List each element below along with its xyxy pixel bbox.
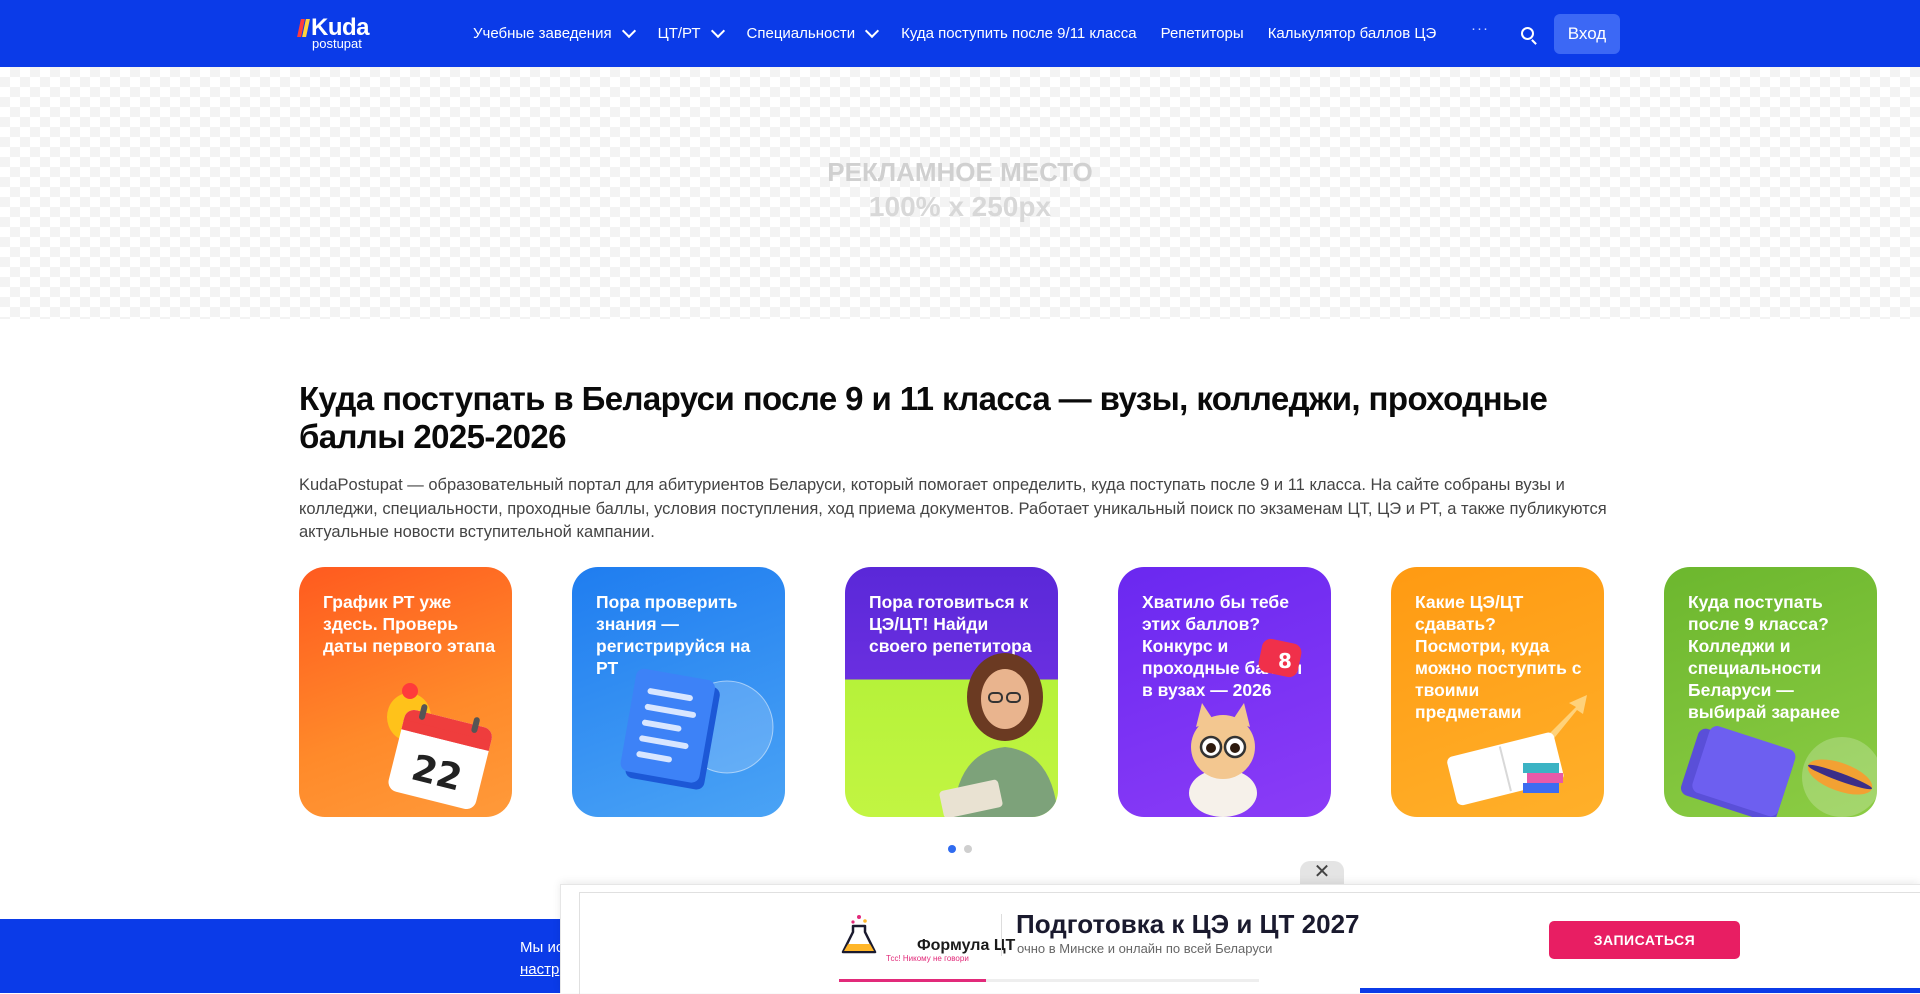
nav-item-label: Калькулятор баллов ЦЭ: [1267, 25, 1437, 42]
carousel-card[interactable]: Пора готовиться к ЦЭ/ЦТ! Найди своего ре…: [845, 567, 1058, 817]
score-badge: 8: [1278, 649, 1292, 673]
close-icon[interactable]: ✕: [1311, 860, 1333, 884]
cat-icon: 8: [1189, 638, 1302, 817]
nav-item-score-calculator[interactable]: Калькулятор баллов ЦЭ: [1268, 25, 1437, 42]
carousel-card[interactable]: Куда поступать после 9 класса? Колледжи …: [1664, 567, 1877, 817]
login-button[interactable]: Вход: [1554, 14, 1620, 54]
calendar-icon: 22: [387, 683, 492, 810]
folder-icon: [1680, 726, 1877, 817]
carousel-dot[interactable]: [964, 845, 972, 853]
cookie-text: Мы ис настр: [520, 937, 563, 981]
chevron-down-icon: [865, 23, 880, 39]
page-intro: KudaPostupat — образовательный портал дл…: [299, 476, 1607, 541]
nav-item-label: ЦТ/РТ: [657, 25, 701, 42]
nav-item-ct-rt[interactable]: ЦТ/РТ: [657, 23, 725, 42]
footer-stripe: [1360, 988, 1920, 993]
nav-item-label: Куда поступить после 9/11 класса: [901, 25, 1137, 42]
search-icon[interactable]: [1521, 27, 1534, 40]
tutor-photo: [939, 653, 1058, 817]
cookie-settings-link[interactable]: настр: [520, 959, 563, 981]
formula-ct-logo-icon: [841, 915, 877, 954]
promo-carousel: График РТ уже здесь. Проверь даты первог…: [299, 567, 1920, 817]
promo-divider: [1001, 914, 1002, 956]
site-header: Kuda postupat Учебные заведения ЦТ/РТ Сп…: [0, 0, 1920, 67]
logo-sub: postupat: [312, 36, 362, 51]
promo-subtitle: очно в Минске и онлайн по всей Беларуси: [1017, 941, 1273, 956]
ad-size-label: 100% x 250px: [868, 191, 1052, 222]
logo-mark-icon: [297, 19, 310, 37]
nav-item-label: Репетиторы: [1160, 25, 1244, 42]
site-logo[interactable]: Kuda postupat: [297, 14, 379, 52]
more-menu-icon[interactable]: ···: [1471, 20, 1489, 37]
chevron-down-icon: [621, 23, 636, 39]
nav-item-label: Учебные заведения: [473, 25, 612, 42]
nav-item-institutions[interactable]: Учебные заведения: [473, 23, 636, 42]
nav-item-where-to-apply[interactable]: Куда поступить после 9/11 класса: [901, 25, 1137, 42]
ad-placeholder: РЕКЛАМНОЕ МЕСТО 100% x 250px: [0, 67, 1920, 319]
chevron-down-icon: [710, 23, 725, 39]
promo-progress-fill: [839, 979, 986, 982]
main-nav: Учебные заведения ЦТ/РТ Специальности Ку…: [473, 0, 1460, 67]
carousel-card[interactable]: Пора проверить знания — регистрируйся на…: [572, 567, 785, 817]
page-title: Куда поступать в Беларуси после 9 и 11 к…: [299, 380, 1548, 455]
nav-item-specialties[interactable]: Специальности: [746, 23, 880, 42]
enroll-button[interactable]: ЗАПИСАТЬСЯ: [1549, 921, 1740, 959]
carousel-card[interactable]: Хватило бы тебе этих баллов? Конкурс и п…: [1118, 567, 1331, 817]
ad-label: РЕКЛАМНОЕ МЕСТО: [827, 157, 1093, 187]
promo-title: Подготовка к ЦЭ и ЦТ 2027: [1016, 909, 1360, 939]
cookie-line: Мы ис: [520, 939, 564, 956]
carousel-card[interactable]: График РТ уже здесь. Проверь даты первог…: [299, 567, 512, 817]
promo-progress-track: [839, 979, 1259, 982]
book-icon: [1447, 695, 1587, 806]
carousel-dot-active[interactable]: [948, 845, 956, 853]
carousel-card[interactable]: Какие ЦЭ/ЦТ сдавать? Посмотри, куда можн…: [1391, 567, 1604, 817]
nav-item-label: Специальности: [746, 25, 856, 42]
nav-item-tutors[interactable]: Репетиторы: [1161, 25, 1244, 42]
document-icon: [620, 668, 774, 790]
promo-brand-tagline: Тсс! Никому не говори: [886, 954, 969, 963]
